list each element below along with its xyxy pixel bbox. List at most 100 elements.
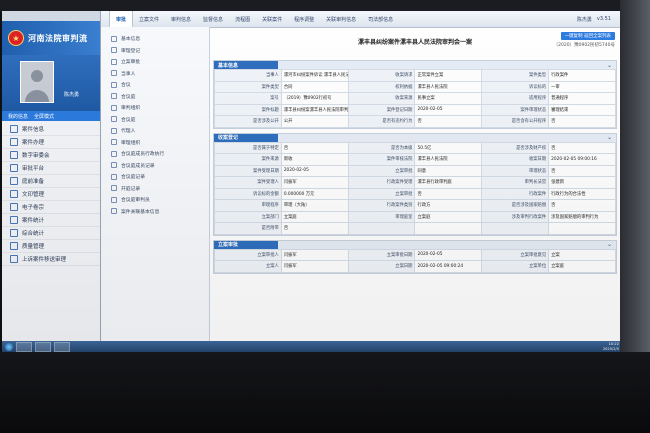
nav-tab-related-trial[interactable]: 关联审判信息 xyxy=(320,11,362,27)
background-court-app[interactable]: ★ 河南法院审判流 陈杰勇 我的信息 全屏模式 案件信息 案件办理 数字审委会 … xyxy=(2,11,101,341)
bg-menu-item[interactable]: 质量管理 xyxy=(2,240,100,253)
taskbar-app-button[interactable] xyxy=(35,341,51,352)
bg-menu-item[interactable]: 文印管理 xyxy=(2,188,100,201)
sidebar-item[interactable]: 审判组织 xyxy=(101,102,209,114)
sidebar-item[interactable]: 代理人 xyxy=(101,125,209,137)
field-value: 立案庭 xyxy=(548,260,616,273)
sidebar-item[interactable]: 案件关联基本信息 xyxy=(101,206,209,218)
my-info-link[interactable]: 我的信息 xyxy=(8,113,28,120)
user-profile-panel: 陈杰勇 xyxy=(2,55,100,111)
fullscreen-link[interactable]: 全屏模式 xyxy=(34,113,54,120)
field-value: 张建新 xyxy=(548,176,616,189)
taskbar-app-button[interactable] xyxy=(54,341,70,352)
nav-tab-approval[interactable]: 审批 xyxy=(109,11,134,27)
bg-menu-item[interactable]: 综合统计 xyxy=(2,227,100,240)
field-label: 立案单位 xyxy=(481,260,550,273)
sidebar-item[interactable]: 当事人 xyxy=(101,68,209,80)
field-value: （2019）豫0902行初号 xyxy=(280,92,349,105)
nav-tab-related-cases[interactable]: 关联案件 xyxy=(256,11,288,27)
field-label: 是否附带 xyxy=(214,222,282,235)
doc-icon xyxy=(111,150,117,157)
sidebar-item[interactable]: 合议庭成员行政执行 xyxy=(101,148,209,160)
sidebar-item[interactable]: 开庭记录 xyxy=(101,183,209,195)
menu-icon xyxy=(10,242,18,250)
version-label: v3.51 xyxy=(596,16,611,22)
field-value: 审理（大陆） xyxy=(280,199,349,212)
field-label: 是否含有公开程序 xyxy=(481,115,550,128)
field-label: 案件受理人 xyxy=(214,176,282,189)
field-label: 适用程序 xyxy=(481,92,550,105)
menu-icon xyxy=(10,190,18,198)
field-label: 立案审批 xyxy=(347,187,416,200)
sidebar-item[interactable]: 合议 xyxy=(101,79,209,91)
case-content: 漯丰县纠纷案件漯丰县人民法院审判会一案 一键复制 返回全案列表 （2020）豫0… xyxy=(213,29,617,341)
field-value: 50.5亿 xyxy=(414,141,483,154)
field-label: 案件类型 xyxy=(214,80,282,93)
section-header[interactable]: 收案登记 ⌄ xyxy=(214,133,616,142)
field-label: 案件审核法院 xyxy=(347,153,416,166)
section-header[interactable]: 立案审批 ⌄ xyxy=(214,240,616,249)
taskbar-clock[interactable]: 10:22 2020/2/5 xyxy=(603,342,619,351)
field-label: 是否涉及财产权 xyxy=(481,141,550,154)
approval-table: 立案审批人 闫振军 立案审批日期 2020-02-05 立案审批意见 立案 立案人 闫振军 立案… xyxy=(214,248,616,273)
sidebar-item[interactable]: 基本信息 xyxy=(101,33,209,45)
bg-menu-item[interactable]: 数字审委会 xyxy=(2,149,100,162)
sidebar-item[interactable]: 合议庭 xyxy=(101,114,209,126)
field-label: 立案部门 xyxy=(214,210,282,223)
sidebar-item[interactable]: 立案审批 xyxy=(101,56,209,68)
field-value: 行政方 xyxy=(414,199,483,212)
bg-menu-item[interactable]: 审批平台 xyxy=(2,162,100,175)
sidebar-item[interactable]: 合议庭审判员 xyxy=(101,194,209,206)
doc-icon xyxy=(111,139,117,146)
nav-tab-procedure[interactable]: 程序调整 xyxy=(288,11,320,27)
court-banner: ★ 河南法院审判流 xyxy=(2,21,100,55)
nav-tab-flowchart[interactable]: 流程图 xyxy=(229,11,256,27)
nav-tab-trial-info[interactable]: 审判信息 xyxy=(165,11,197,27)
field-label: 涉及审判行政案件 xyxy=(481,210,550,223)
field-value: 立案庭 xyxy=(280,210,349,223)
back-to-list-button[interactable]: 一键复制 返回全案列表 xyxy=(560,32,615,40)
field-label: 案件来源 xyxy=(214,153,282,166)
bg-menu-item[interactable]: 案件统计 xyxy=(2,214,100,227)
monitor-bottom-bezel xyxy=(0,352,650,433)
field-value: 正常案件立案 xyxy=(414,69,483,82)
bg-menu-item[interactable]: 案件办理 xyxy=(2,136,100,149)
chevron-down-icon[interactable]: ⌄ xyxy=(607,241,616,248)
table-row: 案件类型 合同 权利依据 漯丰县人民法院 诉讼标的 一审 xyxy=(214,80,616,93)
field-value: 否 xyxy=(414,115,483,128)
bg-menu-item[interactable]: 案件信息 xyxy=(2,123,100,136)
bg-menu-item[interactable]: 庭前准备 xyxy=(2,175,100,188)
field-label: 立案审批日期 xyxy=(347,248,416,261)
field-label: 立案人 xyxy=(214,260,282,273)
field-label: 是否为本级 xyxy=(347,141,416,154)
taskbar-app-button[interactable] xyxy=(16,341,32,352)
doc-icon xyxy=(111,81,117,88)
sidebar-item[interactable]: 审理组织 xyxy=(101,137,209,149)
current-user[interactable]: 陈杰勇 xyxy=(577,16,592,23)
menu-icon xyxy=(10,125,18,133)
nav-tab-filing-docs[interactable]: 立案文件 xyxy=(133,11,165,27)
nav-tab-justice[interactable]: 司法部信息 xyxy=(362,11,399,27)
chevron-down-icon[interactable]: ⌄ xyxy=(607,62,616,69)
avatar-shoulder-icon xyxy=(25,90,49,102)
chevron-down-icon[interactable]: ⌄ xyxy=(607,134,616,141)
table-row: 立案审批人 闫振军 立案审批日期 2020-02-05 立案审批意见 立案 xyxy=(214,248,616,261)
sidebar-item[interactable]: 合议庭记录 xyxy=(101,171,209,183)
field-value: 否 xyxy=(548,141,616,154)
field-label: 立案审批意见 xyxy=(481,248,550,261)
field-label: 行政案件类别 xyxy=(347,199,416,212)
sidebar-item[interactable]: 合议庭 xyxy=(101,91,209,103)
nav-tab-supervision[interactable]: 监督信息 xyxy=(197,11,229,27)
sidebar-item[interactable]: 审理登记 xyxy=(101,45,209,57)
start-icon[interactable] xyxy=(5,342,13,351)
doc-icon xyxy=(111,173,117,180)
field-label: 是否属于特定 xyxy=(214,141,282,154)
bg-menu-item[interactable]: 上诉案件移送审理 xyxy=(2,253,100,266)
bg-menu-item[interactable]: 电子卷宗 xyxy=(2,201,100,214)
section-header[interactable]: 基本信息 ⌄ xyxy=(214,61,616,69)
sidebar-item[interactable]: 合议庭成员记录 xyxy=(101,160,209,172)
menu-icon xyxy=(10,229,18,237)
doc-icon xyxy=(111,208,117,215)
table-row: 诉讼标的金额 0.000000 万元 立案审批否行政案件 行政行为的合法性 xyxy=(214,187,616,200)
field-label: 收案请求 xyxy=(347,69,416,82)
